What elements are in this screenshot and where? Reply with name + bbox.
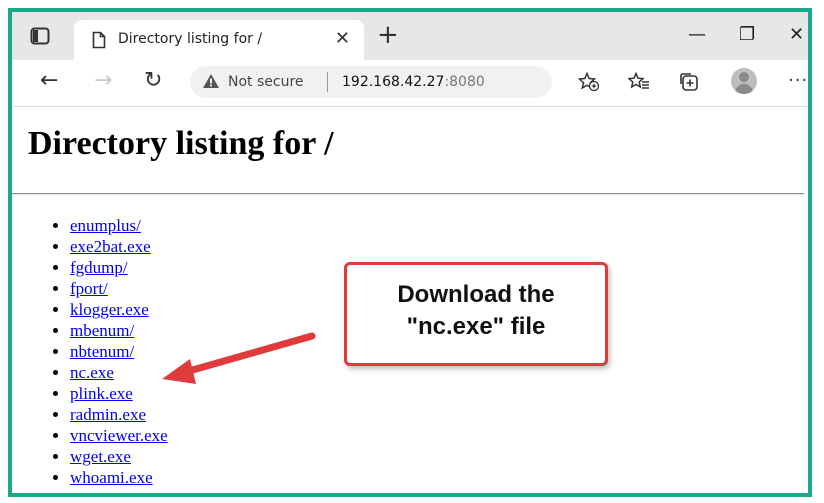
close-window-button[interactable]: ✕: [789, 24, 804, 45]
navigation-bar: ← → ↻ Not secure 192.168.42.27:8080 ···: [12, 60, 808, 107]
tab-directory-listing[interactable]: Directory listing for / ✕: [74, 20, 364, 60]
annotation-callout: Download the "nc.exe" file: [344, 262, 608, 366]
security-status[interactable]: Not secure: [228, 74, 304, 90]
tab-actions-icon[interactable]: [30, 27, 50, 45]
address-bar[interactable]: Not secure 192.168.42.27:8080: [190, 66, 552, 98]
restore-button[interactable]: ❐: [739, 24, 755, 45]
url-text[interactable]: 192.168.42.27:8080: [342, 74, 485, 90]
tab-strip: Directory listing for / ✕ + — ❐ ✕: [12, 12, 808, 60]
browser-window: Directory listing for / ✕ + — ❐ ✕ ← → ↻ …: [8, 8, 812, 497]
minimize-button[interactable]: —: [688, 24, 706, 45]
url-host: 192.168.42.27: [342, 74, 445, 90]
url-port: :8080: [444, 74, 485, 90]
address-divider: [327, 72, 328, 92]
page-icon: [92, 31, 106, 54]
new-tab-button[interactable]: +: [377, 22, 399, 48]
callout-line-2: "nc.exe" file: [406, 313, 546, 340]
reload-button[interactable]: ↻: [144, 68, 162, 93]
back-button[interactable]: ←: [40, 68, 58, 93]
favorites-icon[interactable]: [627, 71, 650, 97]
add-favorite-icon[interactable]: [577, 71, 600, 97]
collections-icon[interactable]: [679, 72, 701, 97]
more-icon[interactable]: ···: [788, 70, 808, 91]
callout-line-1: Download the: [397, 281, 555, 308]
warning-icon[interactable]: [202, 73, 220, 94]
tab-title: Directory listing for /: [118, 31, 263, 47]
page-content: Directory listing for / enumplus/exe2bat…: [12, 107, 808, 493]
forward-button[interactable]: →: [94, 68, 112, 93]
close-tab-icon[interactable]: ✕: [335, 28, 350, 49]
profile-avatar[interactable]: [731, 68, 757, 94]
